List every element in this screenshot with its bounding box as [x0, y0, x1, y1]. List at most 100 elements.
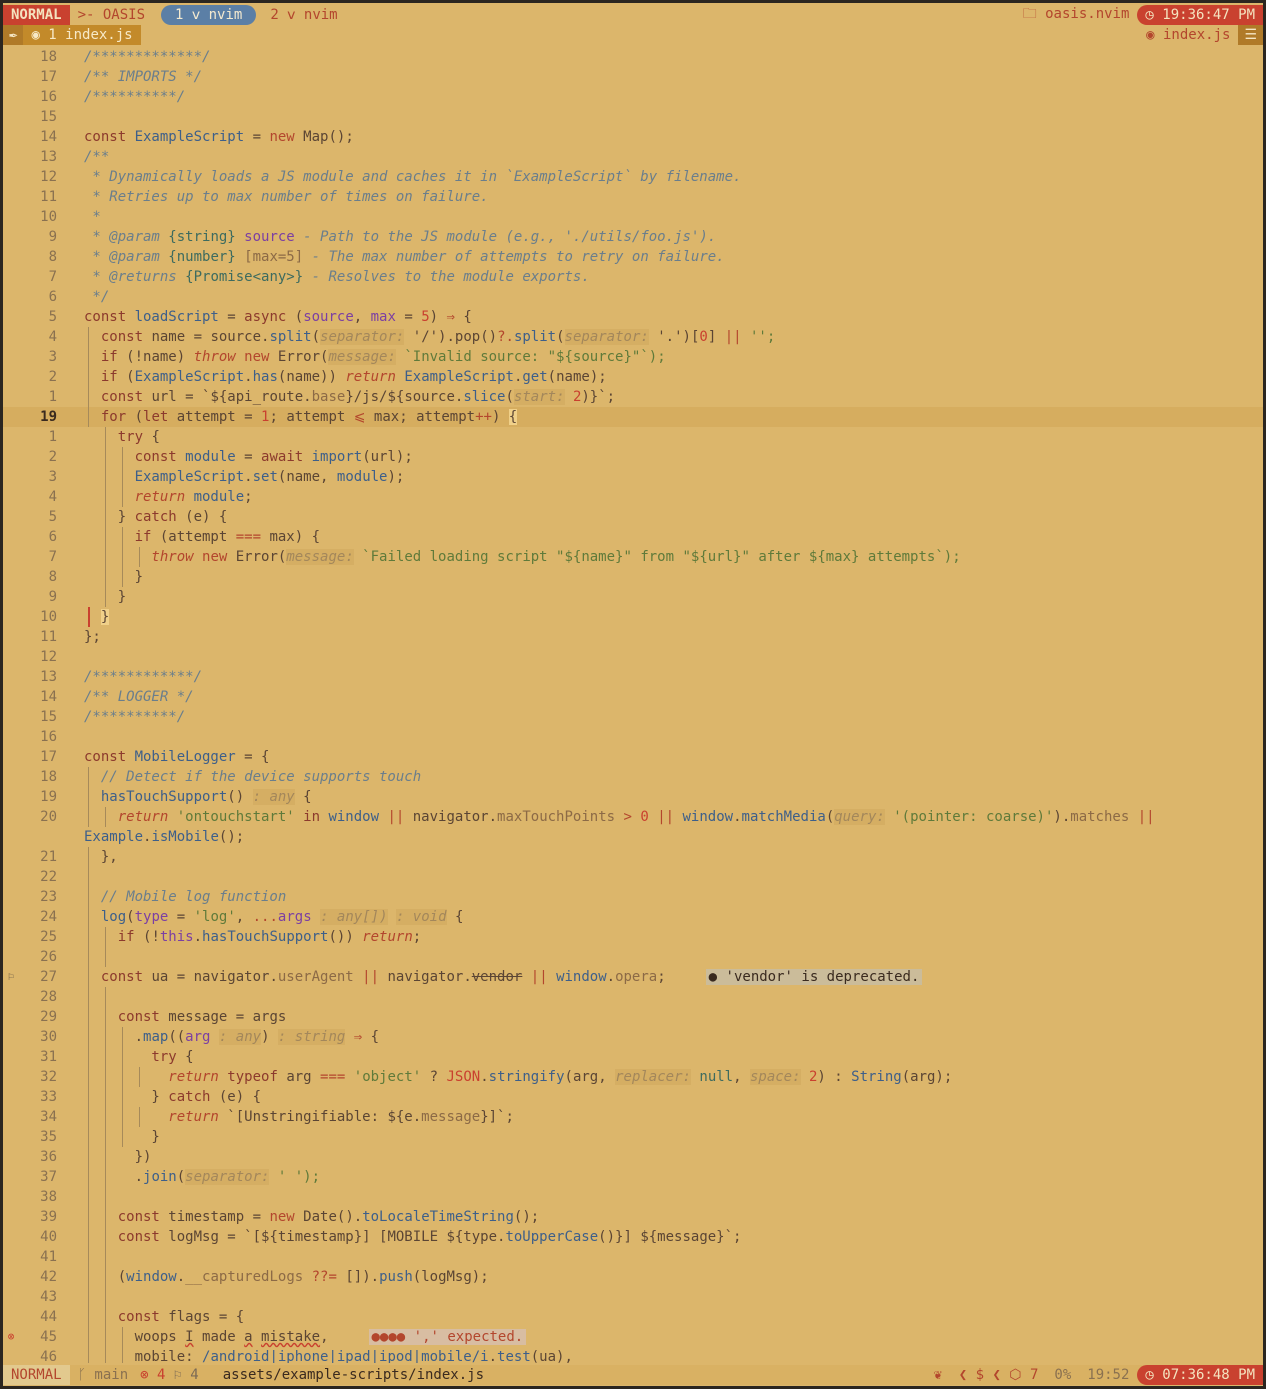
code-line[interactable]: ⊗ 45 woops I made a mistake, ●●●● ',' expe…	[3, 1327, 1263, 1347]
tab-1[interactable]: 1 ⅴ nvim	[161, 5, 257, 25]
tab-2[interactable]: 2 ⅴ nvim	[256, 5, 351, 25]
code-line[interactable]: 37 .join(separator: ' ');	[3, 1167, 1263, 1187]
code-line[interactable]: 16 /**********/	[3, 87, 1263, 107]
code-line[interactable]: 8 * @param {number} [max=5] - The max nu…	[3, 247, 1263, 267]
code-line[interactable]: 11 * Retries up to max number of times o…	[3, 187, 1263, 207]
code-token: if	[84, 349, 127, 365]
code-line[interactable]: 16	[3, 727, 1263, 747]
code-line[interactable]: 39 const timestamp = new Date().toLocale…	[3, 1207, 1263, 1227]
code-line[interactable]: 22	[3, 867, 1263, 887]
code-line[interactable]: 20 return 'ontouchstart' in window || na…	[3, 807, 1263, 827]
code-line[interactable]: 40 const logMsg = `[${timestamp}] [MOBIL…	[3, 1227, 1263, 1247]
code-line[interactable]: 36 })	[3, 1147, 1263, 1167]
code-text: /** LOGGER */	[84, 687, 194, 707]
code-line[interactable]: 23 // Mobile log function	[3, 887, 1263, 907]
code-line[interactable]: 2 const module = await import(url);	[3, 447, 1263, 467]
code-line[interactable]: 12	[3, 647, 1263, 667]
code-line[interactable]: 3 ExampleScript.set(name, module);	[3, 467, 1263, 487]
code-line[interactable]: 13 /************/	[3, 667, 1263, 687]
code-line[interactable]: Example.isMobile();	[3, 827, 1263, 847]
code-line[interactable]: 7 * @returns {Promise<any>} - Resolves t…	[3, 267, 1263, 287]
code-text: const timestamp = new Date().toLocaleTim…	[84, 1207, 540, 1227]
code-line[interactable]: 14 const ExampleScript = new Map();	[3, 127, 1263, 147]
code-line[interactable]: 25 if (!this.hasTouchSupport()) return;	[3, 927, 1263, 947]
buffer-tab[interactable]: ◉ 1 index.js	[23, 25, 141, 45]
code-line[interactable]: 17 const MobileLogger = {	[3, 747, 1263, 767]
code-line[interactable]: 10 }	[3, 607, 1263, 627]
code-token: ,	[320, 1329, 329, 1345]
code-token: =	[218, 309, 245, 325]
code-line[interactable]: 18 /*************/	[3, 47, 1263, 67]
code-text: * Dynamically loads a JS module and cach…	[84, 167, 741, 187]
code-line[interactable]: 31 try {	[3, 1047, 1263, 1067]
code-line[interactable]: 35 }	[3, 1127, 1263, 1147]
code-line[interactable]: 21 },	[3, 847, 1263, 867]
code-line[interactable]: 33 } catch (e) {	[3, 1087, 1263, 1107]
hint-count[interactable]: ⚐ 4	[169, 1365, 202, 1385]
code-line[interactable]: 15 /**********/	[3, 707, 1263, 727]
code-line[interactable]: 1 try {	[3, 427, 1263, 447]
code-token: push	[379, 1269, 413, 1285]
code-line[interactable]: 18 // Detect if the device supports touc…	[3, 767, 1263, 787]
code-line[interactable]: 17 /** IMPORTS */	[3, 67, 1263, 87]
code-line[interactable]: 30 .map((arg : any) : string ⇒ {	[3, 1027, 1263, 1047]
code-line[interactable]: 3 if (!name) throw new Error(message: `I…	[3, 347, 1263, 367]
code-line[interactable]: 41	[3, 1247, 1263, 1267]
code-line[interactable]: 46 mobile: /android|iphone|ipad|ipod|mob…	[3, 1347, 1263, 1363]
code-line[interactable]: 9 }	[3, 587, 1263, 607]
code-line[interactable]: 4 return module;	[3, 487, 1263, 507]
code-line[interactable]: 5 } catch (e) {	[3, 507, 1263, 527]
code-line[interactable]: 12 * Dynamically loads a JS module and c…	[3, 167, 1263, 187]
code-text: }	[84, 567, 143, 587]
line-number: 26	[40, 949, 57, 965]
code-line[interactable]: 19 hasTouchSupport() : any {	[3, 787, 1263, 807]
code-line[interactable]: 32 return typeof arg === 'object' ? JSON…	[3, 1067, 1263, 1087]
lightbulb-icon[interactable]: ⚐	[3, 967, 19, 987]
code-line[interactable]: 10 *	[3, 207, 1263, 227]
code-line[interactable]: 15	[3, 107, 1263, 127]
code-line[interactable]: 42 (window.__capturedLogs ??= []).push(l…	[3, 1267, 1263, 1287]
line-number: 27	[40, 969, 57, 985]
code-line[interactable]: 6 */	[3, 287, 1263, 307]
code-token: .	[244, 369, 253, 385]
code-text: if (attempt === max) {	[84, 527, 320, 547]
code-token: .	[488, 1349, 498, 1363]
code-line[interactable]: 29 const message = args	[3, 1007, 1263, 1027]
editor-buffer[interactable]: 18/*************/17/** IMPORTS */16/****…	[3, 47, 1263, 1363]
code-line[interactable]: 14 /** LOGGER */	[3, 687, 1263, 707]
code-token: )	[491, 409, 509, 425]
code-line[interactable]: 11};	[3, 627, 1263, 647]
code-line[interactable]: 5 const loadScript = async (source, max =…	[3, 307, 1263, 327]
code-line[interactable]: 8 }	[3, 567, 1263, 587]
code-token: ===	[320, 1069, 346, 1085]
code-text: for (let attempt = 1; attempt ⩽ max; att…	[84, 407, 518, 427]
file-path: assets/example-scripts/index.js	[222, 1367, 485, 1383]
code-line[interactable]: 2 if (ExampleScript.has(name)) return Ex…	[3, 367, 1263, 387]
code-line[interactable]: 38	[3, 1187, 1263, 1207]
code-token: for	[84, 409, 135, 425]
code-line[interactable]: 26	[3, 947, 1263, 967]
code-token: module	[185, 449, 236, 465]
code-line[interactable]: 13 /**	[3, 147, 1263, 167]
error-sign-icon[interactable]: ⊗	[3, 1327, 19, 1347]
code-line[interactable]: 43	[3, 1287, 1263, 1307]
code-line[interactable]: 9 * @param {string} source - Path to the…	[3, 227, 1263, 247]
line-number: 7	[48, 549, 57, 565]
code-line[interactable]: 44 const flags = {	[3, 1307, 1263, 1327]
code-line[interactable]: 28	[3, 987, 1263, 1007]
code-line[interactable]: 4 const name = source.split(separator: '…	[3, 327, 1263, 347]
code-token: mistake	[261, 1329, 321, 1345]
code-line[interactable]: 24 log(type = 'log', ...args : any[]) : …	[3, 907, 1263, 927]
code-text: return module;	[84, 487, 253, 507]
current-code-line[interactable]: 19 for (let attempt = 1; attempt ⩽ max; …	[3, 407, 1263, 427]
code-line[interactable]: 6 if (attempt === max) {	[3, 527, 1263, 547]
code-line[interactable]: ⚐ 27 const ua = navigator.userAgent || na…	[3, 967, 1263, 987]
code-line[interactable]: 34 return `[Unstringifiable: ${e.message…	[3, 1107, 1263, 1127]
error-count[interactable]: ⊗ 4	[136, 1365, 169, 1385]
code-token: Date	[303, 1209, 337, 1225]
code-token: arg	[185, 1029, 211, 1045]
code-line[interactable]: 7 throw new Error(message: `Failed loadi…	[3, 547, 1263, 567]
code-token: const	[84, 969, 152, 985]
code-line[interactable]: 1 const url = `${api_route.base}/js/${so…	[3, 387, 1263, 407]
